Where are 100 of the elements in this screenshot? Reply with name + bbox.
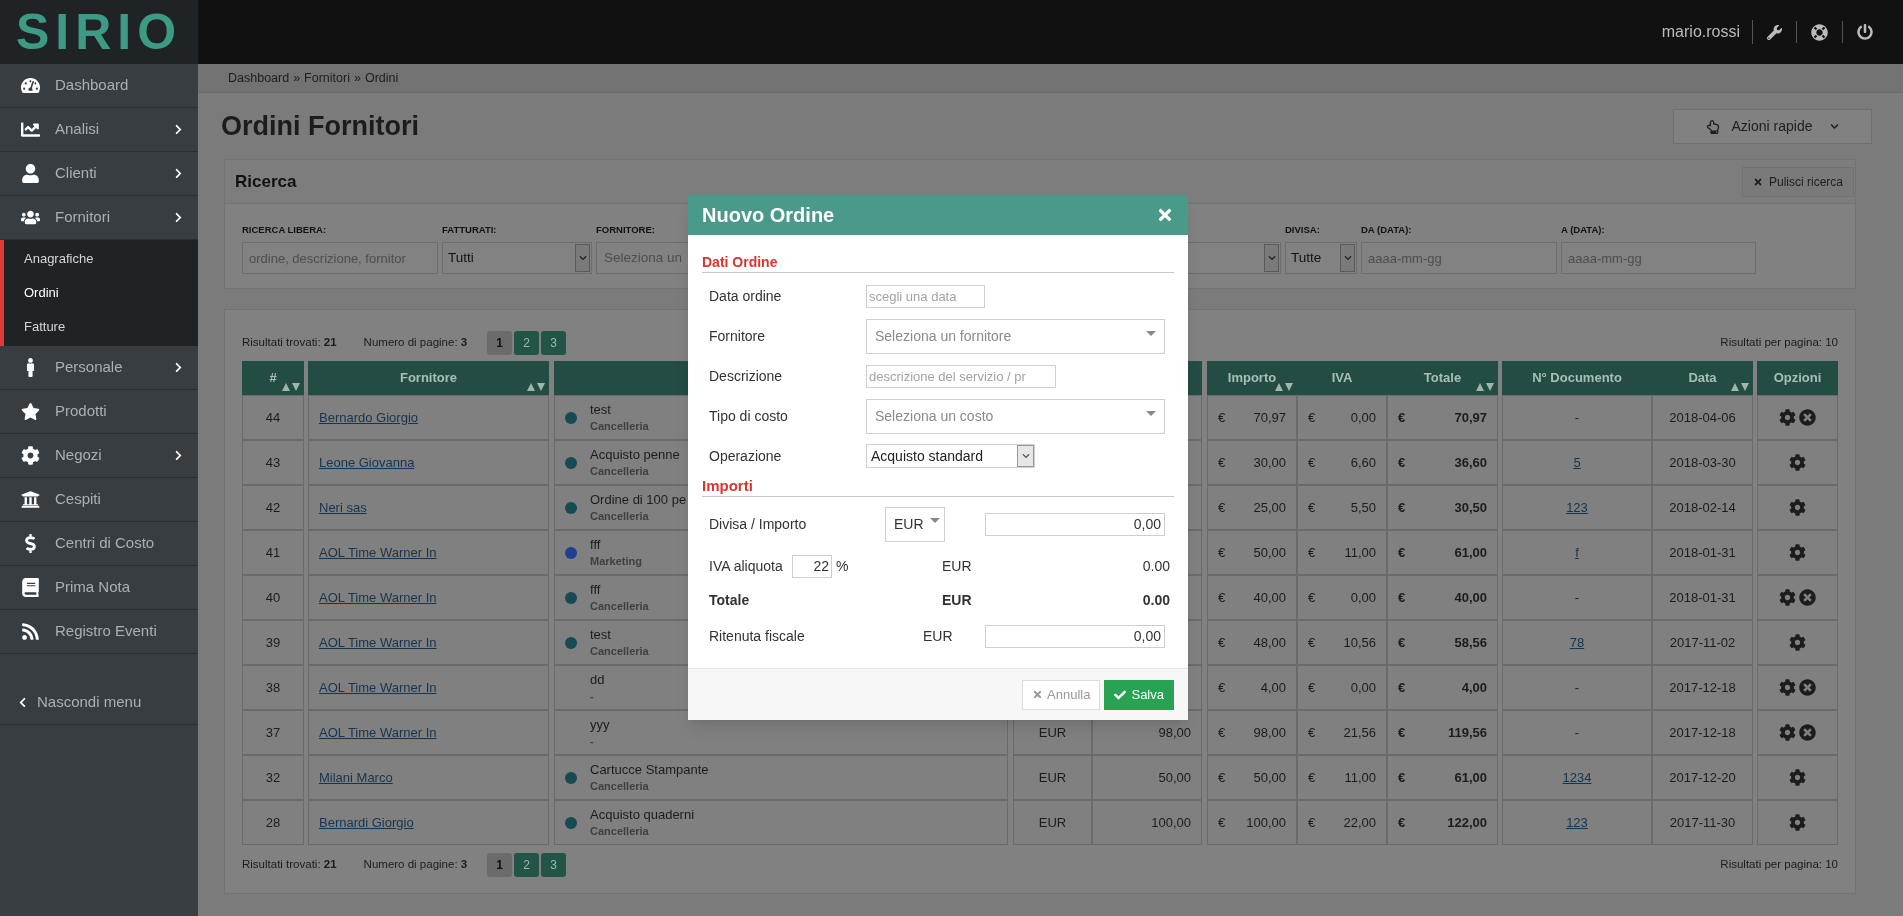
sort-icon[interactable]	[1275, 383, 1293, 391]
gear-icon[interactable]	[1789, 499, 1806, 516]
withholding-input[interactable]: 0,00	[985, 624, 1165, 648]
text-input[interactable]: descrizione del servizio / pr	[866, 364, 1056, 388]
gear-icon[interactable]	[1779, 679, 1796, 696]
quick-actions-button[interactable]: Azioni rapide	[1673, 109, 1872, 144]
bank-icon	[21, 490, 40, 509]
sort-icon[interactable]	[282, 383, 300, 391]
document-text: -	[1574, 408, 1580, 427]
column-header[interactable]: N° Documento	[1502, 361, 1652, 395]
gear-icon[interactable]	[1779, 589, 1796, 606]
document-link[interactable]: 78	[1569, 632, 1585, 653]
clear-search-button[interactable]: Pulisci ricerca	[1742, 166, 1854, 197]
column-header[interactable]: Fornitore	[308, 361, 549, 395]
document-link[interactable]: 5	[1573, 452, 1581, 473]
table-cell: 37	[242, 710, 304, 755]
select-field[interactable]: Seleziona un costo	[866, 398, 1165, 434]
page-button[interactable]: 2	[514, 331, 540, 355]
order-description: Acquisto penne	[590, 445, 680, 463]
help-icon[interactable]	[1811, 23, 1828, 41]
euro-symbol: €	[1308, 543, 1316, 562]
gear-icon[interactable]	[1789, 454, 1806, 471]
sidebar-item[interactable]: Negozi	[0, 434, 198, 478]
amount-text: 30,00	[1253, 453, 1286, 472]
page-button[interactable]: 2	[514, 853, 540, 877]
document-link[interactable]: 123	[1566, 812, 1588, 833]
breadcrumb-link[interactable]: Dashboard	[228, 68, 290, 88]
select-field[interactable]: Acquisto standard	[866, 444, 1035, 468]
field-label: Ritenuta fiscale	[708, 626, 806, 646]
sort-icon[interactable]	[527, 383, 545, 391]
currency-select[interactable]: EUR	[885, 506, 945, 542]
page-button[interactable]: 1	[487, 853, 513, 877]
column-header[interactable]: Importo	[1207, 361, 1297, 395]
amount-text: 11,00	[1344, 768, 1376, 787]
filter-select[interactable]: Tutte	[1285, 242, 1357, 274]
amount-text: 0,00	[1350, 588, 1376, 607]
table-cell: 2018-01-31	[1652, 575, 1753, 620]
vat-rate-input[interactable]: 22	[792, 554, 832, 578]
order-description: Ordine di 100 pe	[590, 490, 687, 508]
save-button[interactable]: Salva	[1104, 679, 1174, 710]
order-category: -	[590, 733, 595, 749]
hide-menu-button[interactable]: Nascondi menu	[17, 691, 142, 714]
amount-text: 21,56	[1343, 723, 1376, 742]
euro-symbol: €	[1218, 723, 1226, 742]
table-cell: 2017-12-20	[1652, 755, 1753, 800]
close-icon[interactable]	[1156, 206, 1174, 224]
supplier-link[interactable]: Bernardo Giorgio	[319, 407, 418, 428]
supplier-link[interactable]: Bernardi Giorgio	[319, 812, 414, 833]
breadcrumb-link[interactable]: Ordini	[364, 68, 399, 88]
sidebar-item[interactable]: Clienti	[0, 152, 198, 196]
select-field[interactable]: Seleziona un fornitore	[866, 318, 1165, 354]
filter-label: DIVISA:	[1285, 223, 1321, 237]
sort-icon[interactable]	[1731, 383, 1749, 391]
filter-select[interactable]: Tutti	[442, 242, 592, 274]
column-header[interactable]: #	[242, 361, 304, 395]
date-input[interactable]: scegli una data	[866, 284, 985, 308]
column-header[interactable]: Data	[1652, 361, 1753, 395]
cancel-button[interactable]: Annulla	[1022, 679, 1101, 710]
table-cell: 32	[242, 755, 304, 800]
amount-text: 48,00	[1253, 633, 1286, 652]
order-description: fff	[590, 580, 602, 598]
column-header[interactable]: Totale	[1387, 361, 1498, 395]
page-button[interactable]: 3	[541, 853, 567, 877]
document-link[interactable]: 1234	[1562, 767, 1592, 788]
user-name[interactable]: mario.rossi	[1661, 20, 1753, 44]
supplier-link[interactable]: Neri sas	[319, 497, 367, 518]
gear-icon[interactable]	[1789, 634, 1806, 651]
sort-icon[interactable]	[1476, 383, 1494, 391]
euro-symbol: €	[1398, 723, 1406, 742]
delete-icon[interactable]	[1799, 409, 1816, 426]
breadcrumb-link[interactable]: Fornitori	[304, 68, 350, 88]
submenu-item[interactable]: Fatture	[4, 310, 198, 344]
page-button[interactable]: 1	[487, 331, 513, 355]
page-button[interactable]: 3	[541, 331, 567, 355]
gear-icon[interactable]	[1779, 409, 1796, 426]
wrench-icon[interactable]	[1767, 24, 1782, 40]
supplier-link[interactable]: Milani Marco	[319, 767, 393, 788]
document-link[interactable]: 123	[1566, 497, 1588, 518]
column-header[interactable]: Opzioni	[1757, 361, 1838, 395]
document-text: -	[1574, 723, 1580, 742]
euro-symbol: €	[1398, 408, 1406, 427]
sidebar-item[interactable]: Dashboard	[0, 64, 198, 108]
document-link[interactable]: f	[1575, 542, 1579, 563]
field-label: Data ordine	[708, 286, 783, 306]
delete-icon[interactable]	[1799, 724, 1816, 741]
delete-icon[interactable]	[1799, 589, 1816, 606]
submenu-item[interactable]: Ordini	[4, 276, 198, 310]
sidebar-item[interactable]: Prima Nota	[0, 566, 198, 610]
amount-text: 100,00	[1246, 813, 1286, 832]
submenu-item[interactable]: Anagrafiche	[4, 242, 198, 276]
delete-icon[interactable]	[1799, 679, 1816, 696]
euro-symbol: €	[1398, 678, 1406, 697]
gear-icon[interactable]	[1789, 544, 1806, 561]
gear-icon[interactable]	[1779, 724, 1796, 741]
power-icon[interactable]	[1857, 24, 1873, 40]
gear-icon[interactable]	[1789, 769, 1806, 786]
gear-icon[interactable]	[1789, 814, 1806, 831]
column-header[interactable]: IVA	[1297, 361, 1387, 395]
supplier-link[interactable]: Leone Giovanna	[319, 452, 415, 473]
amount-input[interactable]: 0,00	[985, 512, 1165, 536]
